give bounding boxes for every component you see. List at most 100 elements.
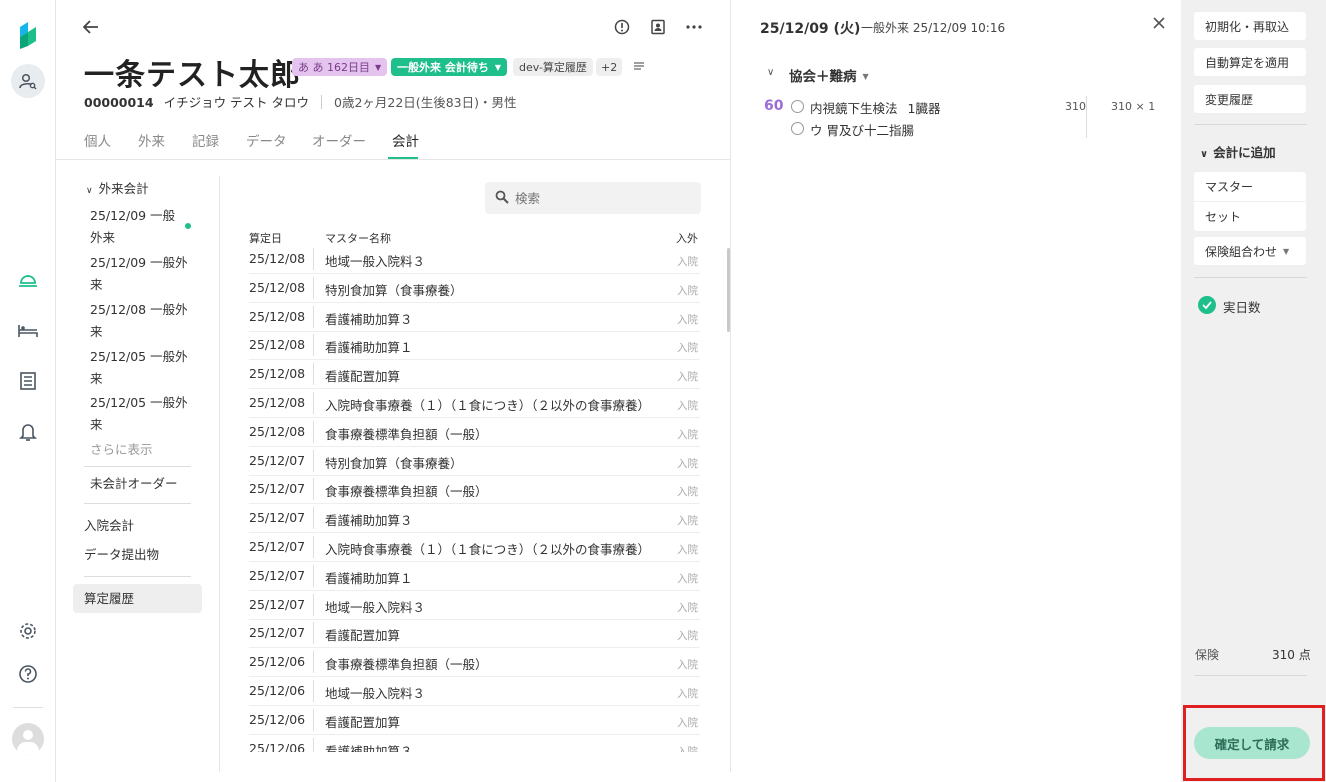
avatar[interactable] (0, 722, 56, 756)
master-button[interactable]: マスター (1194, 172, 1306, 201)
table-row[interactable]: 25/12/08 看護補助加算３ 入院 (249, 303, 700, 332)
row-divider (313, 680, 314, 702)
table-row[interactable]: 25/12/07 特別食加算（食事療養） 入院 (249, 447, 700, 476)
bell-icon[interactable] (0, 421, 56, 443)
row-master-name: 地域一般入院料３ (325, 686, 426, 701)
change-history-button[interactable]: 変更履歴 (1194, 85, 1306, 113)
sidebar-visit-item[interactable]: 25/12/08 一般外来 (90, 299, 188, 343)
table-row[interactable]: 25/12/08 地域一般入院料３ 入院 (249, 245, 700, 274)
table-row[interactable]: 25/12/08 入院時食事療養（１）（１食につき）（２以外の食事療養） 入院 (249, 389, 700, 418)
search-input[interactable] (515, 187, 691, 209)
alert-icon[interactable] (612, 17, 632, 37)
show-more-link[interactable]: さらに表示 (90, 439, 153, 461)
sub-item-radio[interactable] (791, 122, 804, 135)
row-in-out: 入院 (677, 342, 698, 355)
visit-line2: 来 (90, 324, 103, 339)
chevron-down-icon: ∨ (86, 186, 93, 196)
sidebar-visit-item[interactable]: 25/12/09 一般外来 (90, 205, 175, 249)
table-row[interactable]: 25/12/07 看護配置加算 入院 (249, 619, 700, 649)
settings-icon[interactable] (0, 620, 56, 642)
row-date: 25/12/08 (249, 279, 306, 295)
divider (1086, 96, 1087, 138)
item-name-line: 内視鏡下生検法 1臓器 (810, 98, 940, 117)
reception-icon[interactable] (0, 270, 56, 290)
row-date: 25/12/06 (249, 711, 306, 727)
tab-records[interactable]: 記録 (192, 130, 219, 150)
row-master-name: 食事療養標準負担額（一般） (325, 484, 488, 500)
row-in-out: 入院 (677, 688, 698, 700)
sidebar-item-calc-history[interactable]: 算定履歴 (84, 588, 134, 610)
menu-lines-icon[interactable] (633, 60, 647, 74)
visit-line2: 外来 (90, 230, 116, 245)
search-box[interactable] (485, 182, 701, 214)
table-row[interactable]: 25/12/07 看護補助加算３ 入院 (249, 504, 700, 534)
col-header-date[interactable]: 算定日 (249, 230, 282, 246)
divider (84, 503, 191, 504)
visit-line2: 来 (90, 277, 103, 292)
row-master-name: 特別食加算（食事療養） (325, 455, 463, 471)
tab-billing[interactable]: 会計 (392, 130, 419, 150)
table-row[interactable]: 25/12/08 特別食加算（食事療養） 入院 (249, 274, 700, 303)
row-date: 25/12/06 (249, 740, 306, 752)
tab-personal[interactable]: 個人 (84, 130, 111, 150)
visit-line2: 来 (90, 417, 103, 432)
row-master-name: 看護補助加算１ (325, 340, 413, 356)
table-row[interactable]: 25/12/06 看護補助加算３ 入院 (249, 735, 700, 752)
table-row[interactable]: 25/12/07 食事療養標準負担額（一般） 入院 (249, 475, 700, 505)
bed-icon[interactable] (0, 321, 56, 341)
more-icon[interactable] (684, 17, 704, 37)
tag-more-count[interactable]: +2 (596, 58, 623, 76)
add-to-billing-section[interactable]: ∨ 会計に追加 (1200, 142, 1276, 161)
col-header-master-name[interactable]: マスター名称 (325, 230, 391, 246)
reset-reimport-button[interactable]: 初期化・再取込 (1194, 12, 1306, 40)
sidebar-visit-item[interactable]: 25/12/09 一般外来 (90, 252, 188, 296)
row-divider (313, 507, 314, 530)
help-icon[interactable] (0, 663, 56, 685)
table-row[interactable]: 25/12/06 地域一般入院料３ 入院 (249, 677, 700, 706)
item-points: 310 (1065, 100, 1086, 113)
check-icon[interactable] (1198, 296, 1216, 314)
back-arrow-icon[interactable] (80, 16, 102, 38)
table-row[interactable]: 25/12/07 看護補助加算１ 入院 (249, 562, 700, 591)
id-card-icon[interactable] (648, 17, 668, 37)
tab-data[interactable]: データ (246, 130, 287, 150)
item-radio[interactable] (791, 100, 804, 113)
row-in-out: 入院 (677, 428, 698, 441)
tag-dev[interactable]: dev-算定履歴 (513, 58, 593, 76)
row-date: 25/12/07 (249, 510, 306, 526)
col-header-in-out[interactable]: 入外 (676, 230, 698, 246)
sidebar-visit-item[interactable]: 25/12/05 一般外来 (90, 346, 188, 390)
sidebar-item-data-submission[interactable]: データ提出物 (84, 544, 159, 566)
table-row[interactable]: 25/12/08 食事療養標準負担額（一般） 入院 (249, 418, 700, 447)
insurance-combo-select[interactable]: 保険組合わせ ▼ (1194, 237, 1306, 265)
search-icon (495, 190, 509, 208)
row-date: 25/12/07 (249, 625, 306, 641)
apply-auto-calc-button[interactable]: 自動算定を適用 (1194, 48, 1306, 76)
table-row[interactable]: 25/12/06 食事療養標準負担額（一般） 入院 (249, 648, 700, 678)
tag-visit-status[interactable]: 一般外来 会計待ち ▼ (391, 58, 507, 76)
chevron-down-icon[interactable]: ∨ (767, 67, 774, 78)
table-row[interactable]: 25/12/08 看護配置加算 入院 (249, 360, 700, 390)
table-row[interactable]: 25/12/07 地域一般入院料３ 入院 (249, 591, 700, 620)
tag-day-count[interactable]: あ あ 162日目 ▼ (292, 58, 388, 76)
tab-outpatient[interactable]: 外来 (138, 130, 165, 150)
list-icon[interactable] (0, 371, 56, 391)
close-icon[interactable] (1152, 16, 1168, 32)
insurance-label: 保険 (1195, 648, 1220, 662)
active-dot (185, 223, 191, 229)
table-row[interactable]: 25/12/08 看護補助加算１ 入院 (249, 331, 700, 361)
visit-line1: 25/12/05 一般外 (90, 349, 188, 364)
tab-orders[interactable]: オーダー (312, 130, 366, 150)
sidebar-item-inpatient-billing[interactable]: 入院会計 (84, 515, 134, 537)
sidebar-section-outpatient[interactable]: ∨ 外来会計 (86, 178, 149, 202)
sidebar-visit-item[interactable]: 25/12/05 一般外来 (90, 392, 188, 436)
row-in-out: 入院 (677, 572, 698, 585)
table-row[interactable]: 25/12/07 入院時食事療養（１）（１食につき）（２以外の食事療養） 入院 (249, 533, 700, 562)
insurance-group-title[interactable]: 協会＋難病 ▼ (789, 65, 869, 85)
sidebar-item-unbilled-orders[interactable]: 未会計オーダー (90, 473, 178, 495)
patient-search-icon[interactable] (0, 62, 56, 100)
table-row[interactable]: 25/12/06 看護配置加算 入院 (249, 706, 700, 735)
logo-icon[interactable] (0, 18, 56, 50)
row-date: 25/12/08 (249, 251, 306, 266)
set-button[interactable]: セット (1194, 202, 1306, 231)
